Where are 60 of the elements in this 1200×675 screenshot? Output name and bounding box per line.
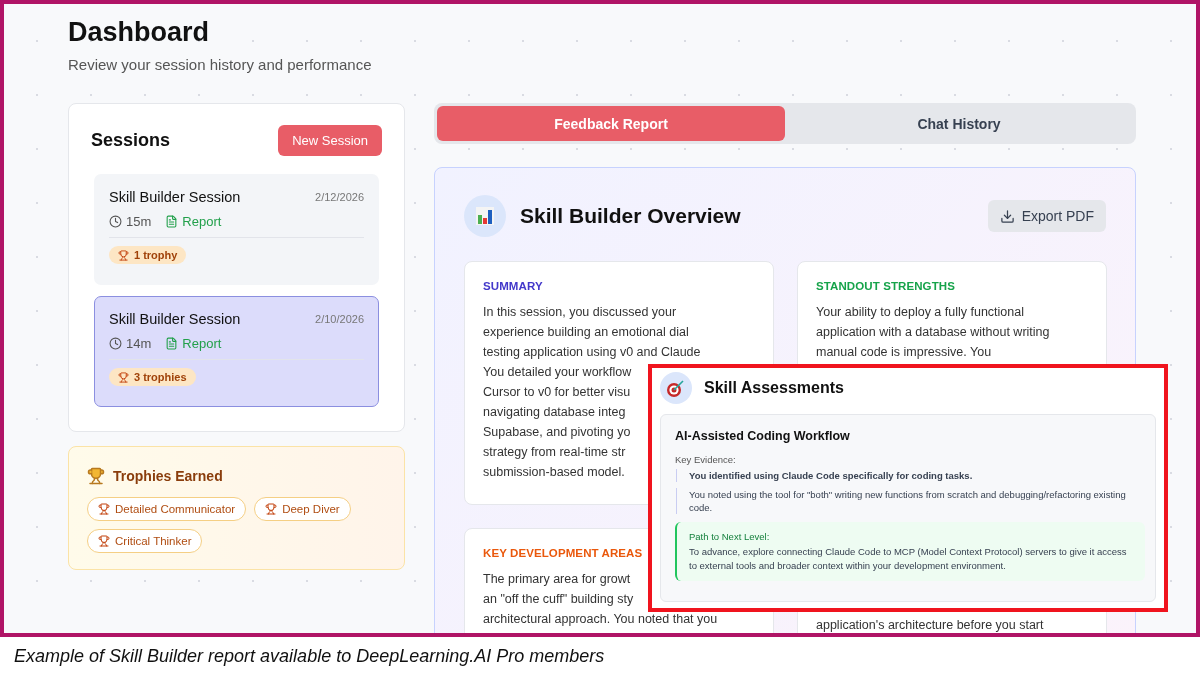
- card-text-line: application with a database without writing: [816, 324, 1050, 341]
- card-text-line: The primary area for growt: [483, 571, 631, 588]
- trophy-icon: [118, 371, 129, 383]
- trophy-icon: [98, 503, 110, 515]
- trophy-count-badge: 3 trophies: [109, 368, 196, 386]
- card-text-line: testing application using v0 and Claude: [483, 344, 701, 361]
- overview-title: Skill Builder Overview: [520, 204, 742, 228]
- evidence-label: Key Evidence:: [675, 454, 737, 465]
- skill-name: AI-Assisted Coding Workflow: [675, 429, 851, 443]
- session-item[interactable]: Skill Builder Session 2/12/2026 15m Report 1 trophy: [94, 174, 379, 285]
- session-title: Skill Builder Session: [109, 311, 241, 327]
- card-text-line: Your ability to deploy a fully functional: [816, 304, 1024, 321]
- trophy-icon: [87, 467, 105, 485]
- trophy-count-badge: 1 trophy: [109, 246, 187, 264]
- tab[interactable]: Chat History: [785, 106, 1133, 141]
- card-text-line: In this session, you discussed your: [483, 304, 677, 321]
- card-text-line: Supabase, and pivoting yo: [483, 424, 631, 441]
- trophy-icon: [98, 535, 110, 547]
- trophy-icon: [118, 249, 129, 261]
- target-icon: [666, 378, 686, 398]
- card-text-line: navigating database integ: [483, 404, 626, 421]
- card-heading: SUMMARY: [483, 280, 543, 292]
- session-title: Skill Builder Session: [109, 189, 241, 205]
- document-icon: [165, 337, 179, 350]
- export-pdf-button[interactable]: Export PDF: [987, 200, 1106, 232]
- card-text-line: strategy from real-time str: [483, 444, 626, 461]
- card-text-line: Cursor to v0 for better visu: [483, 384, 631, 401]
- session-date: 2/10/2026: [315, 313, 364, 325]
- evidence-item: You noted using the tool for "both" writing new functions from scratch and debugging/refactoring existing code.: [676, 488, 1145, 514]
- card-text-line: an "off the cuff" building sty: [483, 591, 634, 608]
- bar-chart-icon: [475, 207, 495, 225]
- assessments-title: Skill Assessments: [704, 379, 844, 397]
- trophy-badge: Critical Thinker: [87, 529, 203, 553]
- card-text-line: submission-based model.: [483, 464, 625, 481]
- next-level-label: Path to Next Level:: [689, 531, 771, 542]
- download-icon: [999, 208, 1015, 224]
- trophies-title: Trophies Earned: [113, 468, 223, 484]
- card-text-line: application's architecture before you start: [816, 617, 1044, 633]
- session-date: 2/12/2026: [315, 191, 364, 203]
- trophy-badge: Deep Diver: [254, 497, 351, 521]
- session-duration: 15m: [126, 214, 152, 229]
- trophy-icon: [265, 503, 278, 515]
- card-text-line: You detailed your workflow: [483, 364, 632, 381]
- card-heading: STANDOUT STRENGTHS: [816, 280, 955, 292]
- next-level-text: To advance, explore connecting Claude Code to MCP (Model Context Protocol) servers to give it access to external tools and broader context within your development environment.: [689, 545, 1128, 572]
- clock-icon: [109, 337, 122, 350]
- evidence-item: You identified using Claude Code specifically for coding tasks.: [676, 469, 1145, 482]
- page-subtitle: Review your session history and performance: [68, 56, 373, 73]
- card-text-line: architectural approach. You noted that you: [483, 611, 718, 628]
- session-duration: 14m: [126, 336, 152, 351]
- document-icon: [165, 215, 179, 228]
- card-text-line: manual code is impressive. You: [816, 344, 992, 361]
- card-heading: KEY DEVELOPMENT AREAS: [483, 547, 643, 559]
- page-title: Dashboard: [68, 16, 211, 48]
- sessions-title: Sessions: [91, 130, 171, 151]
- caption: Example of Skill Builder report available to DeepLearning.AI Pro members: [13, 645, 606, 667]
- trophy-badge: Detailed Communicator: [87, 497, 247, 521]
- card-text-line: experience building an emotional dial: [483, 324, 689, 341]
- session-item[interactable]: Skill Builder Session 2/10/2026 14m Report 3 trophies: [94, 296, 379, 407]
- clock-icon: [109, 215, 122, 228]
